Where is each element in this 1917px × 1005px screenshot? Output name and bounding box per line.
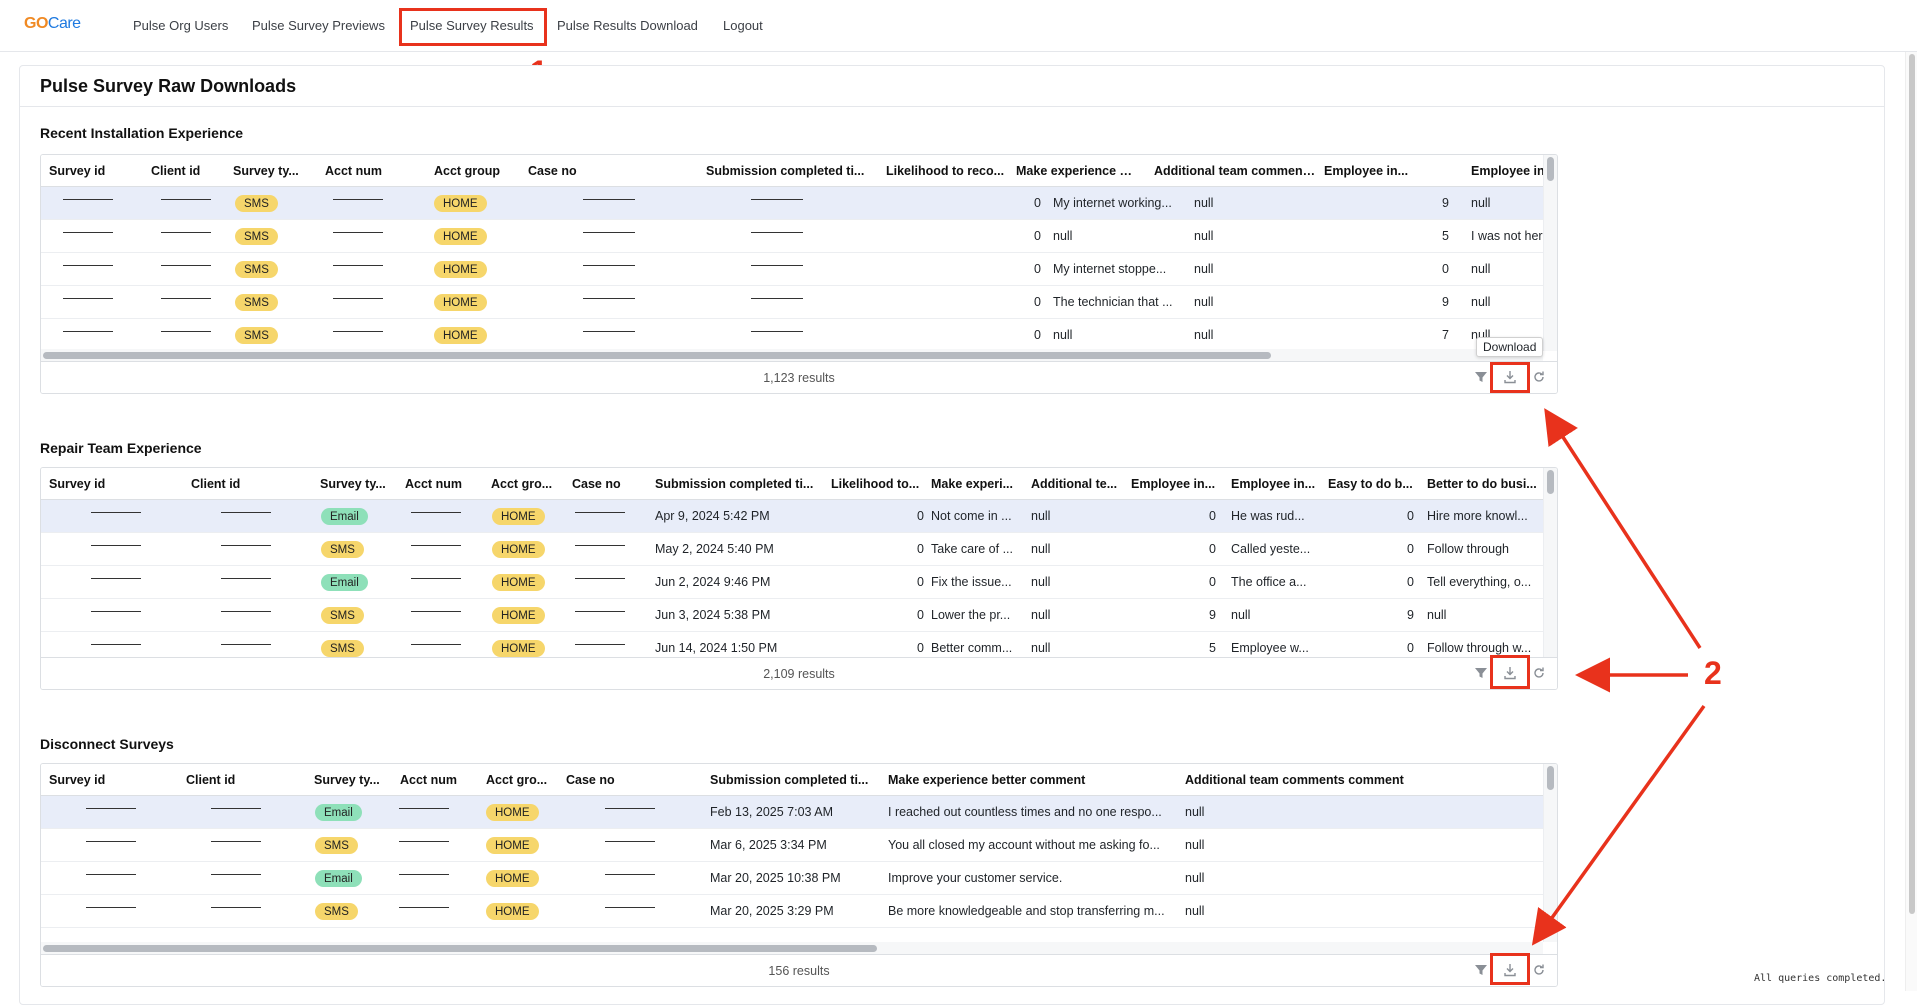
page-scroll-thumb[interactable] — [1909, 54, 1915, 914]
annotation-number-2: 2 — [1704, 655, 1722, 691]
annotation-arrows — [1531, 408, 1706, 946]
page-scrollbar[interactable] — [1905, 52, 1917, 991]
annotation-arrow — [1531, 704, 1706, 946]
annotation-arrow — [1544, 408, 1702, 649]
status-text: All queries completed. — [1754, 973, 1887, 984]
